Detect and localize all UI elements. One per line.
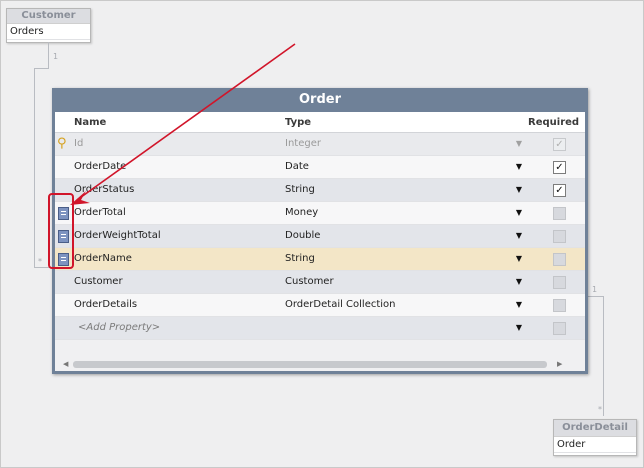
multiplicity-label: * (38, 257, 42, 266)
grid-header: Name Type Required (55, 112, 585, 133)
chevron-down-icon[interactable]: ▼ (513, 271, 525, 293)
multiplicity-label: * (598, 405, 602, 414)
scroll-left-icon[interactable]: ◀ (63, 360, 68, 368)
column-header-required[interactable]: Required (528, 117, 579, 128)
chevron-down-icon[interactable]: ▼ (513, 156, 525, 178)
property-row-customer[interactable]: Customer Customer ▼ (55, 271, 585, 294)
chevron-down-icon[interactable]: ▼ (513, 317, 525, 339)
chevron-down-icon[interactable]: ▼ (513, 248, 525, 270)
multiplicity-label: 1 (53, 52, 59, 61)
column-header-name[interactable]: Name (74, 117, 106, 128)
property-row-id[interactable]: ⚲ Id Integer ▼ ✓ (55, 133, 585, 156)
add-property-placeholder[interactable]: <Add Property> (78, 317, 160, 339)
required-checkbox[interactable] (553, 207, 566, 220)
chevron-down-icon[interactable]: ▼ (513, 202, 525, 224)
chevron-down-icon[interactable]: ▼ (513, 225, 525, 247)
customer-entity-title: Customer (7, 9, 90, 23)
property-name[interactable]: OrderTotal (74, 202, 126, 224)
property-row-orderstatus[interactable]: OrderStatus String ▼ ✓ (55, 179, 585, 202)
property-type[interactable]: Customer (285, 271, 334, 293)
required-checkbox[interactable]: ✓ (553, 161, 566, 174)
property-name[interactable]: OrderDate (74, 156, 126, 178)
required-checkbox[interactable] (553, 299, 566, 312)
order-detail-connector (588, 296, 604, 297)
property-name[interactable]: OrderName (74, 248, 132, 270)
order-detail-entity-title: OrderDetail (554, 420, 636, 436)
required-checkbox[interactable] (553, 322, 566, 335)
property-row-orderweighttotal[interactable]: OrderWeightTotal Double ▼ (55, 225, 585, 248)
property-name[interactable]: OrderStatus (74, 179, 134, 201)
required-checkbox[interactable] (553, 276, 566, 289)
property-type[interactable]: OrderDetail Collection (285, 294, 396, 316)
property-name[interactable]: OrderWeightTotal (74, 225, 161, 247)
chevron-down-icon[interactable]: ▼ (513, 179, 525, 201)
required-checkbox[interactable] (553, 230, 566, 243)
multiplicity-label: 1 (592, 285, 598, 294)
property-name[interactable]: Id (74, 133, 83, 155)
column-header-type[interactable]: Type (285, 117, 311, 128)
order-detail-connector (603, 296, 604, 416)
property-name[interactable]: Customer (74, 271, 123, 293)
property-row-ordername[interactable]: OrderName String ▼ (55, 248, 585, 271)
property-name[interactable]: OrderDetails (74, 294, 137, 316)
key-icon: ⚲ (57, 136, 67, 151)
horizontal-scrollbar[interactable]: ◀ ▶ (59, 360, 571, 369)
order-entity-title: Order (299, 92, 341, 107)
required-checkbox[interactable] (553, 253, 566, 266)
scrollbar-thumb[interactable] (73, 361, 547, 368)
add-property-row[interactable]: <Add Property> ▼ (55, 317, 585, 340)
property-row-ordertotal[interactable]: OrderTotal Money ▼ (55, 202, 585, 225)
property-row-orderdetails[interactable]: OrderDetails OrderDetail Collection ▼ (55, 294, 585, 317)
annotation-highlight-box (48, 193, 74, 269)
scroll-right-icon[interactable]: ▶ (557, 360, 562, 368)
property-type[interactable]: Integer (285, 133, 321, 155)
chevron-down-icon[interactable]: ▼ (513, 294, 525, 316)
property-type[interactable]: String (285, 179, 315, 201)
required-checkbox[interactable]: ✓ (553, 184, 566, 197)
customer-entity[interactable]: Customer Orders (6, 8, 91, 43)
order-detail-order-property[interactable]: Order (554, 436, 636, 453)
property-grid: Name Type Required ⚲ Id Integer ▼ ✓ Orde… (55, 112, 585, 371)
order-entity[interactable]: Order Name Type Required ⚲ Id Integer ▼ … (52, 88, 588, 374)
order-detail-entity[interactable]: OrderDetail Order (553, 419, 637, 456)
customer-order-connector (48, 42, 49, 68)
property-type[interactable]: Money (285, 202, 318, 224)
customer-order-connector (34, 68, 49, 69)
property-row-orderdate[interactable]: OrderDate Date ▼ ✓ (55, 156, 585, 179)
property-type[interactable]: String (285, 248, 315, 270)
customer-order-connector (34, 68, 35, 268)
required-checkbox[interactable]: ✓ (553, 138, 566, 151)
property-type[interactable]: Double (285, 225, 320, 247)
property-type[interactable]: Date (285, 156, 309, 178)
customer-orders-property[interactable]: Orders (7, 23, 90, 40)
chevron-down-icon[interactable]: ▼ (513, 133, 525, 155)
